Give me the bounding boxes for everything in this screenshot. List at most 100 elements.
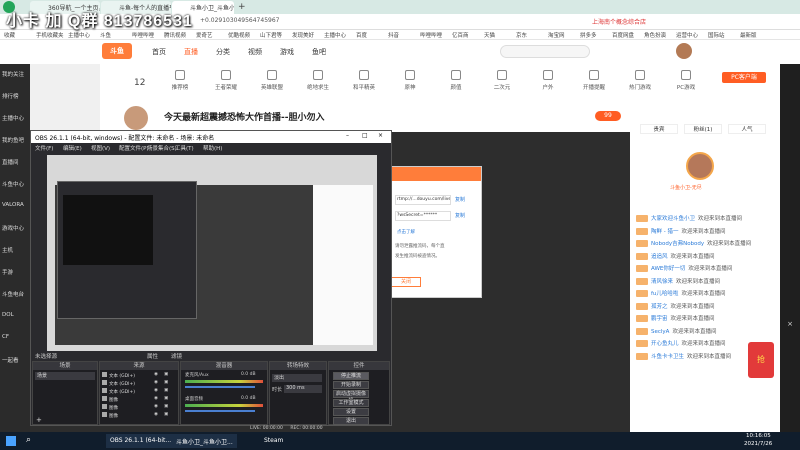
sidebar-item[interactable]: 直播间 [2,158,32,170]
nav-item-2[interactable]: 分类 [216,47,230,57]
bookmark-item[interactable]: 国际站 [708,31,725,39]
nav-item-5[interactable]: 鱼吧 [312,47,326,57]
bookmark-item[interactable]: 优酷视频 [228,31,250,39]
control-button[interactable]: 开始录制 [333,381,369,389]
bookmark-item[interactable]: 角色扮演 [644,31,666,39]
control-button[interactable]: 启动虚拟摄像机 [333,390,369,404]
lock-icon[interactable]: ▣ [164,380,168,385]
chat-username[interactable]: AWE你好一切 [651,266,685,272]
obs-menu-item[interactable]: 视图(V) [91,144,110,152]
lock-icon[interactable]: ▣ [164,372,168,377]
right-tab[interactable]: 贵宾 [640,124,678,134]
control-button[interactable]: 停止推流 [333,372,369,380]
category-item[interactable]: 热门游戏 [620,70,660,91]
obs-menu-item[interactable]: 编辑(E) [63,144,82,152]
source-item[interactable]: 文本 (GDI+) ◉ ▣ [102,380,176,387]
bookmark-item[interactable]: 主播中心 [68,31,90,39]
filters-button[interactable]: 滤镜 [171,352,182,360]
category-item[interactable]: 户外 [528,70,568,91]
chat-username[interactable]: Nobody吉弗Nobody [651,241,704,247]
close-icon[interactable]: × [780,320,800,328]
obs-menu-item[interactable]: 文件(F) [35,144,53,152]
close-icon[interactable]: × [378,132,383,139]
bookmark-item[interactable]: 腾讯视频 [164,31,186,39]
bookmark-item[interactable]: 拼多多 [580,31,597,39]
eye-icon[interactable]: ◉ [154,396,158,401]
nav-item-4[interactable]: 游戏 [280,47,294,57]
category-item[interactable]: 颜值 [436,70,476,91]
obs-preview[interactable] [47,155,377,351]
bookmark-item[interactable]: 哔哩哔哩 [132,31,154,39]
maximize-icon[interactable]: □ [362,132,368,139]
bookmark-item[interactable]: 抖音 [388,31,399,39]
eye-icon[interactable]: ◉ [154,380,158,385]
sidebar-item[interactable]: CF [2,334,32,346]
right-tab[interactable]: 人气 [728,124,766,134]
sidebar-item[interactable]: 一起看 [2,356,32,368]
source-item[interactable]: 文本 (GDI+) ◉ ▣ [102,372,176,379]
help-link[interactable]: 点击了解 [397,229,415,235]
nav-item-3[interactable]: 视频 [248,47,262,57]
chat-username[interactable]: 追追风 [651,254,668,260]
right-tab[interactable]: 粉丝(1) [684,124,722,134]
source-item[interactable]: 图像 ◉ ▣ [102,404,176,411]
eye-icon[interactable]: ◉ [154,372,158,377]
sidebar-item[interactable]: DOL [2,312,32,324]
taskbar-item-steam[interactable]: Steam [260,434,287,448]
url-text[interactable]: +0.029103049564745967 [200,17,279,24]
category-item[interactable]: 英雄联盟 [252,70,292,91]
eye-icon[interactable]: ◉ [154,388,158,393]
close-dialog-button[interactable]: 关闭 [391,277,421,287]
sidebar-item[interactable]: 手游 [2,268,32,280]
bookmark-item[interactable]: 斗鱼 [100,31,111,39]
category-item[interactable]: 和平精英 [344,70,384,91]
douyu-logo[interactable]: 斗鱼 [102,43,132,59]
volume-slider[interactable] [185,386,255,388]
search-input[interactable] [500,45,590,58]
category-item[interactable]: 开播提醒 [574,70,614,91]
source-item[interactable]: 图像 ◉ ▣ [102,412,176,419]
lock-icon[interactable]: ▣ [164,412,168,417]
chat-username[interactable]: 陶鲜 - 猎一 [651,229,678,235]
sidebar-item[interactable]: 排行榜 [2,92,32,104]
sidebar-item[interactable]: VALORA [2,202,32,214]
bookmark-item[interactable]: 最新版 [740,31,757,39]
chat-username[interactable]: 孤芳之 [651,304,668,310]
obs-menu-item[interactable]: 工具(T) [175,144,194,152]
obs-menu-item[interactable]: 配置文件(P) [119,144,149,152]
anchor-card-avatar[interactable] [686,152,714,180]
lock-icon[interactable]: ▣ [164,396,168,401]
sidebar-item[interactable]: 我的关注 [2,70,32,82]
bookmark-item[interactable]: 天猫 [484,31,495,39]
taskbar-item-browser[interactable]: 斗鱼小卫_斗鱼小卫... [172,434,237,448]
sidebar-item[interactable]: 主播中心 [2,114,32,126]
anchor-avatar[interactable] [124,106,148,130]
bookmark-item[interactable]: 百度 [356,31,367,39]
category-item[interactable]: 原神 [390,70,430,91]
properties-button[interactable]: 属性 [147,352,158,360]
transition-select[interactable]: 淡出 [272,374,322,382]
like-count[interactable]: 99 [595,111,621,121]
nav-item-0[interactable]: 首页 [152,47,166,57]
category-item[interactable]: 王者荣耀 [206,70,246,91]
chat-username[interactable]: 斗鱼卡卡卫生 [651,354,684,360]
chat-username[interactable]: SeclyA [651,329,669,335]
copy-key-button[interactable]: 复制 [455,212,465,219]
add-scene-icon[interactable]: + [36,416,42,424]
bookmark-item[interactable]: 爱奇艺 [196,31,213,39]
volume-slider[interactable] [185,410,255,412]
category-item[interactable]: PC游戏 [666,70,706,91]
start-icon[interactable] [6,436,16,446]
bookmark-item[interactable]: 京东 [516,31,527,39]
lock-icon[interactable]: ▣ [164,404,168,409]
control-button[interactable]: 工作室模式 [333,399,369,407]
sidebar-item[interactable]: 斗鱼电台 [2,290,32,302]
lock-icon[interactable]: ▣ [164,388,168,393]
minimize-icon[interactable]: – [346,132,349,139]
scene-item[interactable]: 场景 [35,372,95,380]
obs-menu-item[interactable]: 帮助(H) [203,144,222,152]
bookmark-item[interactable]: 主播中心 [324,31,346,39]
bookmark-item[interactable]: 山下君等 [260,31,282,39]
chat-username[interactable]: 开心鱼丸儿 [651,341,679,347]
bookmark-item[interactable]: 手机收藏夹 [36,31,64,39]
